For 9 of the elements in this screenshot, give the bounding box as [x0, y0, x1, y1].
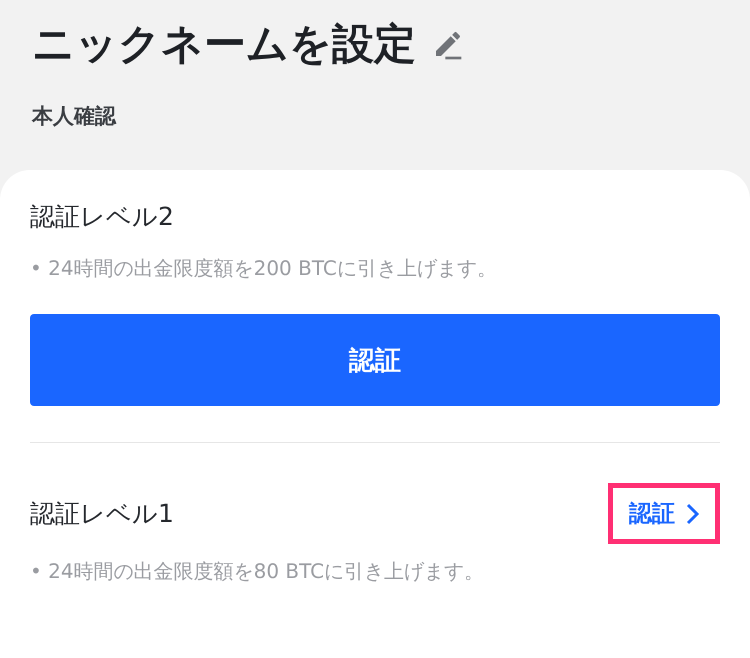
chevron-right-icon — [685, 502, 699, 524]
verify-link[interactable]: 認証 — [608, 483, 720, 544]
page-title: ニックネームを設定 — [32, 18, 416, 70]
benefit-text: • 24時間の出金限度額を200 BTCに引き上げます。 — [30, 255, 498, 282]
level-name: 認証レベル2 — [30, 201, 174, 233]
benefit-text: • 24時間の出金限度額を80 BTCに引き上げます。 — [30, 558, 486, 585]
verify-button[interactable]: 認証 — [30, 314, 720, 406]
section-heading: 本人確認 — [30, 103, 118, 130]
level-name: 認証レベル1 — [30, 498, 174, 530]
